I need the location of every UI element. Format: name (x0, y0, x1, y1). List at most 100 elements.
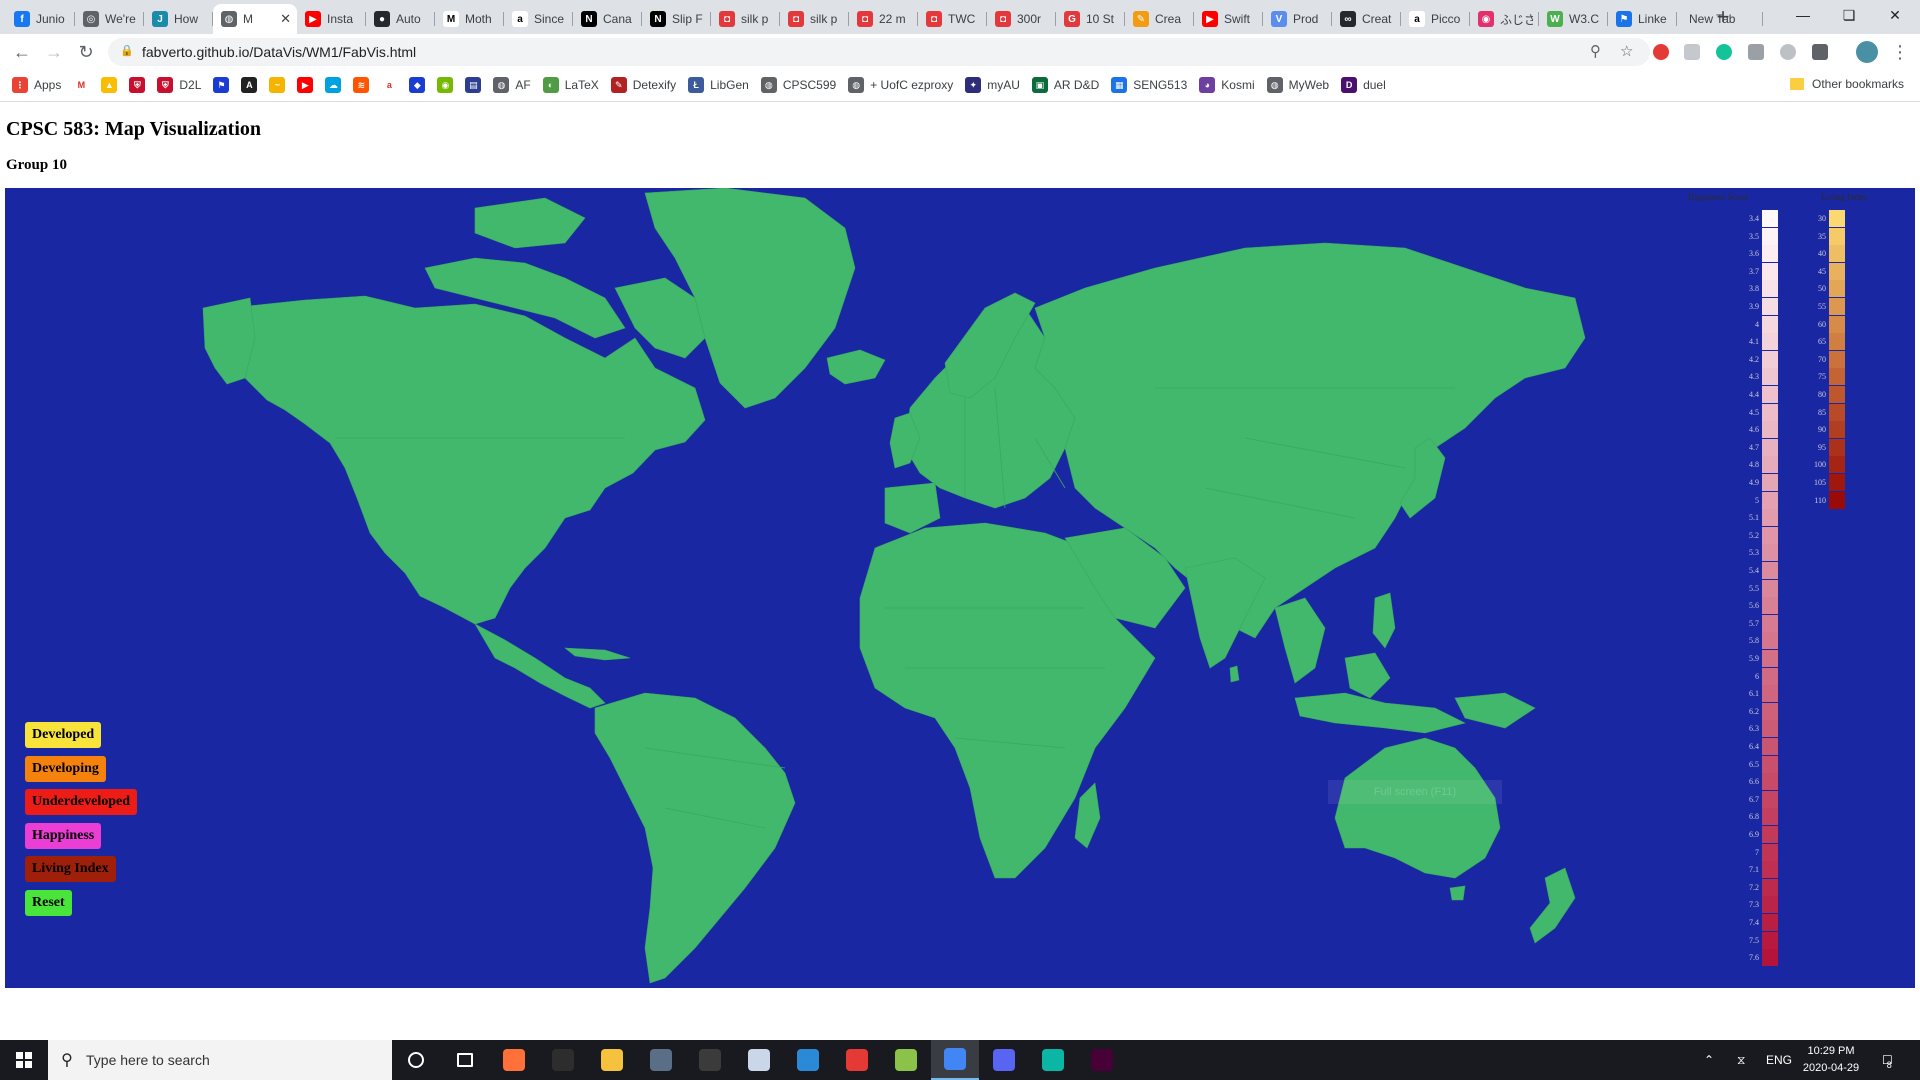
bookmark-item[interactable]: ▤ (465, 77, 487, 93)
browser-tab[interactable]: ◘ 22 m (849, 4, 918, 34)
underdeveloped-button[interactable]: Underdeveloped (25, 789, 137, 815)
back-icon[interactable]: ← (8, 38, 36, 66)
grammarly-icon[interactable] (1716, 44, 1732, 60)
developed-button[interactable]: Developed (25, 722, 102, 748)
bookmark-item[interactable]: ✦ myAU (965, 77, 1020, 93)
browser-tab[interactable]: ◘ silk p (780, 4, 849, 34)
bookmark-item[interactable]: ✎ Detexify (610, 77, 676, 93)
clock[interactable]: 10:29 PM 2020-04-29 (1786, 1043, 1876, 1077)
browser-tab[interactable]: ◘ 300r (987, 4, 1056, 34)
browser-tab[interactable]: a Picco (1401, 4, 1470, 34)
taskbar-app[interactable] (686, 1040, 734, 1080)
bookmark-item[interactable]: A (241, 77, 263, 93)
bookmark-item[interactable]: ◍ MyWeb (1266, 77, 1329, 93)
bookmark-item[interactable]: ◍ + UofC ezproxy (848, 77, 953, 93)
taskbar-app[interactable] (735, 1040, 783, 1080)
browser-tab[interactable]: ⚑ Linke (1608, 4, 1677, 34)
taskbar-app[interactable] (833, 1040, 881, 1080)
browser-tab[interactable]: N Slip F (642, 4, 711, 34)
bookmark-item[interactable]: ⛨ (129, 77, 151, 93)
browser-tab[interactable]: V Prod (1263, 4, 1332, 34)
browser-tab[interactable]: M Moth (435, 4, 504, 34)
browser-tab[interactable]: G 10 St (1056, 4, 1125, 34)
bookmark-item[interactable]: ⋮ Apps (12, 77, 61, 93)
developing-button[interactable]: Developing (25, 756, 106, 782)
extension-opera-icon[interactable] (1653, 44, 1669, 60)
taskbar-app[interactable] (1078, 1040, 1126, 1080)
extension-grey-icon[interactable] (1684, 44, 1700, 60)
taskbar-app[interactable] (931, 1040, 979, 1080)
browser-tab[interactable]: J How (144, 4, 213, 34)
bookmark-item[interactable]: ⚑ (213, 77, 235, 93)
bookmark-item[interactable]: ▶ (297, 77, 319, 93)
bookmark-item[interactable]: ◕ Kosmi (1199, 77, 1255, 93)
reload-icon[interactable]: ↻ (72, 38, 100, 66)
browser-tab[interactable]: ∞ Creat (1332, 4, 1401, 34)
taskbar-app[interactable] (980, 1040, 1028, 1080)
address-bar[interactable]: 🔒 fabverto.github.io/DataVis/WM1/FabVis.… (108, 38, 1650, 66)
tray-chevron-icon[interactable]: ⌃ (1704, 1040, 1714, 1080)
menu-kebab-icon[interactable]: ⋮ (1886, 38, 1914, 66)
browser-tab[interactable]: ◍ M ✕ (213, 4, 297, 34)
extension-stack-icon[interactable] (1748, 44, 1764, 60)
extension-reader-icon[interactable] (1812, 44, 1828, 60)
taskbar-app[interactable] (1029, 1040, 1077, 1080)
bookmark-item[interactable]: ☁ (325, 77, 347, 93)
bookmark-star-icon[interactable]: ☆ (1620, 42, 1633, 60)
close-tab-icon[interactable]: ✕ (280, 11, 291, 27)
browser-tab[interactable]: W W3.C (1539, 4, 1608, 34)
zoom-icon[interactable]: ⚲ (1590, 42, 1601, 60)
taskbar-app[interactable] (784, 1040, 832, 1080)
living-index-button[interactable]: Living Index (25, 856, 116, 882)
bookmark-item[interactable]: ▣ AR D&D (1031, 77, 1099, 93)
browser-tab[interactable]: ▶ Swift (1194, 4, 1263, 34)
reset-button[interactable]: Reset (25, 890, 72, 916)
world-map-svg[interactable] (5, 188, 1915, 988)
bookmark-item[interactable]: a (381, 77, 403, 93)
bookmark-item[interactable]: ◆ (409, 77, 431, 93)
taskbar-app[interactable] (490, 1040, 538, 1080)
bookmark-item[interactable]: ◍ CPSC599 (760, 77, 836, 93)
taskbar-app[interactable] (882, 1040, 930, 1080)
bookmark-item[interactable]: ≋ (353, 77, 375, 93)
browser-tab[interactable]: a Since (504, 4, 573, 34)
bookmark-item[interactable]: ⛨ D2L (157, 77, 201, 93)
bookmark-item[interactable]: ◉ (437, 77, 459, 93)
start-button[interactable] (0, 1040, 48, 1080)
browser-tab[interactable]: f Junio (6, 4, 75, 34)
forward-icon[interactable]: → (40, 38, 68, 66)
taskbar-search[interactable]: ⚲ Type here to search (48, 1040, 392, 1080)
bookmark-item[interactable]: ▦ SENG513 (1111, 77, 1187, 93)
wifi-icon[interactable]: ⧖ (1737, 1040, 1745, 1080)
extension-arc-icon[interactable] (1780, 44, 1796, 60)
bookmark-item[interactable]: ◍ AF (493, 77, 531, 93)
browser-tab[interactable]: ✎ Crea (1125, 4, 1194, 34)
notification-icon[interactable]: ☐ 8 (1882, 1040, 1893, 1080)
browser-tab[interactable]: ◘ TWC (918, 4, 987, 34)
new-tab-button[interactable]: + (1709, 4, 1737, 32)
browser-tab[interactable]: ▶ Insta (297, 4, 366, 34)
bookmark-item[interactable]: Ł LibGen (688, 77, 749, 93)
browser-tab[interactable]: ◉ ふじさ (1470, 4, 1539, 34)
browser-tab[interactable]: ● Auto (366, 4, 435, 34)
other-bookmarks-folder[interactable]: Other bookmarks (1790, 77, 1904, 91)
browser-tab[interactable]: ◘ silk p (711, 4, 780, 34)
bookmark-item[interactable]: Dduel (1341, 77, 1386, 93)
url-text[interactable]: fabverto.github.io/DataVis/WM1/FabVis.ht… (142, 44, 416, 60)
minimize-icon[interactable]: — (1780, 0, 1826, 32)
restore-icon[interactable]: ❏ (1826, 0, 1872, 32)
taskbar-app[interactable] (588, 1040, 636, 1080)
bookmark-item[interactable]: M (73, 77, 95, 93)
taskbar-app[interactable] (539, 1040, 587, 1080)
browser-tab[interactable]: N Cana (573, 4, 642, 34)
close-window-icon[interactable]: ✕ (1872, 0, 1918, 32)
world-map[interactable]: Developed Developing Underdeveloped Happ… (5, 188, 1915, 988)
bookmark-item[interactable]: ▲ (101, 77, 123, 93)
taskbar-app[interactable] (441, 1040, 489, 1080)
taskbar-app[interactable] (392, 1040, 440, 1080)
happiness-button[interactable]: Happiness (25, 823, 102, 849)
bookmark-item[interactable]: ~ (269, 77, 291, 93)
taskbar-app[interactable] (637, 1040, 685, 1080)
bookmark-item[interactable]: ◐ LaTeX (542, 77, 599, 93)
profile-avatar[interactable] (1856, 41, 1878, 63)
